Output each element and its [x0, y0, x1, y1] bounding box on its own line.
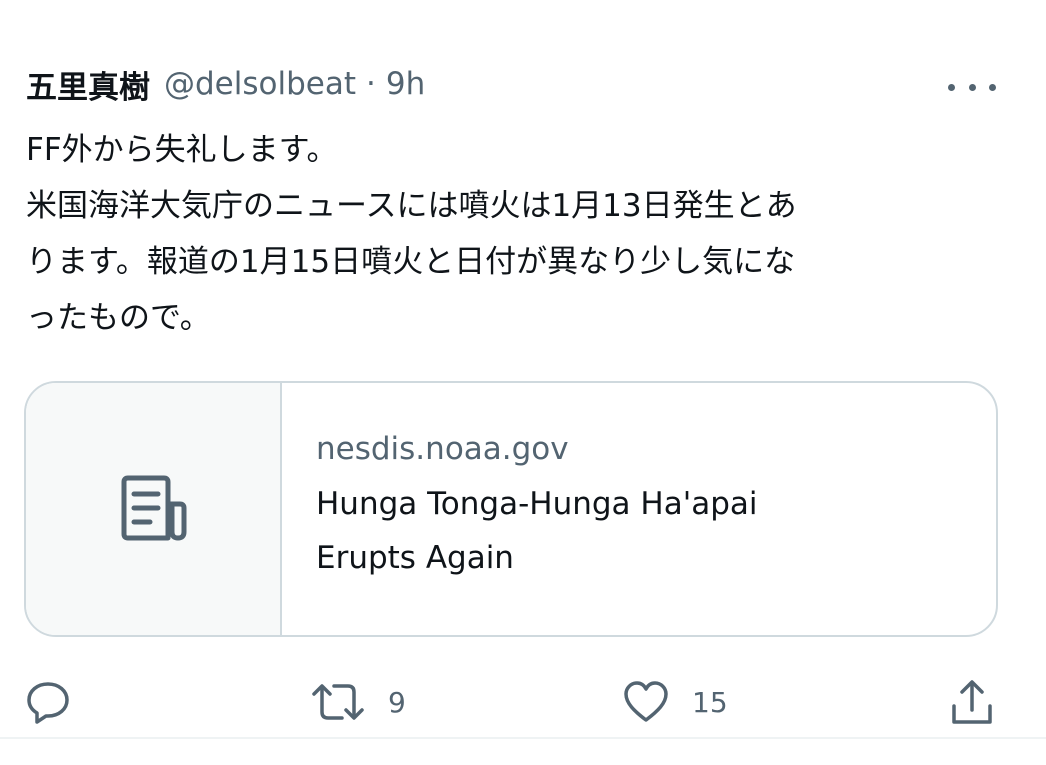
heart-icon	[624, 681, 668, 722]
tweet-header: 五里真樹 @delsolbeat · 9h	[26, 62, 425, 106]
more-options-icon[interactable]	[948, 72, 996, 102]
share-icon	[952, 680, 992, 724]
tweet-text-line: ったもので。	[26, 300, 211, 336]
divider	[0, 737, 1046, 739]
link-card-domain: nesdis.noaa.gov	[316, 431, 569, 467]
more-dot	[948, 83, 955, 91]
article-icon	[121, 475, 187, 541]
retweet-button[interactable]: 9	[310, 672, 406, 732]
tweet-text-line: 米国海洋大気庁のニュースには噴火は1月13日発生とあ	[26, 188, 797, 224]
share-button[interactable]	[948, 672, 996, 732]
tweet-text-line: FF外から失礼します。	[26, 132, 338, 168]
retweet-count: 9	[388, 685, 406, 719]
tweet-timestamp[interactable]: 9h	[386, 66, 425, 102]
tweet-actions: 9 15	[0, 672, 1046, 732]
retweet-icon	[312, 684, 364, 720]
tweet[interactable]: 五里真樹 @delsolbeat · 9h FF外から失礼します。 米国海洋大気…	[0, 0, 1046, 765]
author-handle[interactable]: @delsolbeat	[164, 66, 356, 102]
more-dot	[989, 83, 996, 91]
link-card[interactable]: nesdis.noaa.gov Hunga Tonga-Hunga Ha'apa…	[24, 381, 998, 637]
link-card-title-line: Hunga Tonga-Hunga Ha'apai	[316, 486, 758, 522]
reply-icon	[27, 682, 69, 724]
more-dot	[968, 83, 976, 91]
author-name[interactable]: 五里真樹	[26, 62, 150, 107]
reply-button[interactable]	[24, 672, 72, 732]
tweet-text: FF外から失礼します。 米国海洋大気庁のニュースには噴火は1月13日発生とあ り…	[26, 122, 1016, 346]
link-card-info: nesdis.noaa.gov Hunga Tonga-Hunga Ha'apa…	[282, 383, 758, 635]
like-count: 15	[692, 685, 728, 719]
link-card-title: Hunga Tonga-Hunga Ha'apai Erupts Again	[316, 477, 758, 585]
separator-dot: ·	[366, 66, 376, 102]
like-button[interactable]: 15	[622, 672, 728, 732]
link-card-thumbnail	[26, 383, 282, 635]
tweet-text-line: ります。報道の1月15日噴火と日付が異なり少し気にな	[26, 244, 796, 280]
link-card-title-line: Erupts Again	[316, 540, 514, 576]
